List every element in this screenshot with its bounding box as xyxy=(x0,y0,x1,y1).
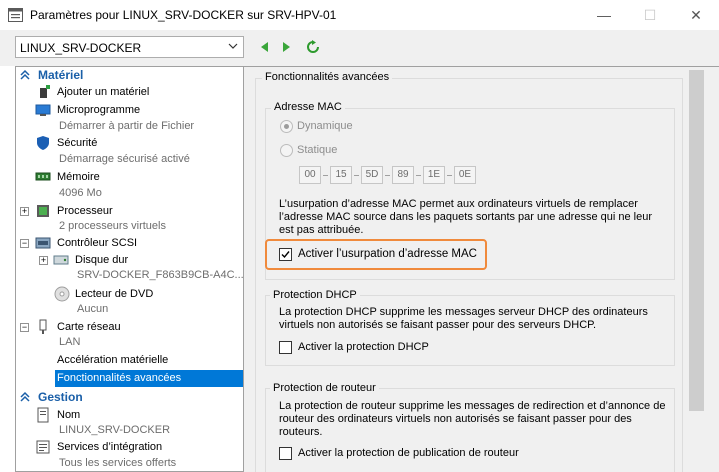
tree-item-add-hardware[interactable]: Ajouter un matériel xyxy=(57,86,149,98)
mac-separator xyxy=(447,175,452,176)
mac-spoofing-label: Activer l’usurpation d’adresse MAC xyxy=(298,248,477,260)
checkmark-icon xyxy=(281,251,290,259)
scsi-controller-icon xyxy=(35,237,51,249)
dhcp-protection-checkbox[interactable] xyxy=(279,341,292,354)
mac-octet-input[interactable]: 5D xyxy=(361,166,383,184)
settings-app-icon xyxy=(8,8,23,22)
section-header-hardware-label: Matériel xyxy=(38,68,84,82)
section-header-management[interactable]: Gestion xyxy=(16,389,243,405)
section-header-hardware[interactable]: Matériel xyxy=(16,67,243,83)
mac-separator xyxy=(385,175,390,176)
vertical-scrollbar[interactable] xyxy=(688,70,705,472)
mac-address-group-title: Adresse MAC xyxy=(271,101,345,113)
tree-item-scsi-controller[interactable]: Contrôleur SCSI xyxy=(57,237,137,249)
tree-item-hardware-acceleration[interactable]: Accélération matérielle xyxy=(57,354,168,366)
tree-item-name-sub: LINUX_SRV-DOCKER xyxy=(59,424,171,436)
mac-separator xyxy=(416,175,421,176)
section-header-management-label: Gestion xyxy=(38,390,83,404)
router-protection-label: Activer la protection de publication de … xyxy=(298,447,519,459)
back-arrow-icon[interactable] xyxy=(258,40,272,54)
tree-item-network-adapter[interactable]: Carte réseau xyxy=(57,321,121,333)
memory-icon xyxy=(35,172,51,181)
mac-spoofing-checkbox[interactable] xyxy=(279,248,292,261)
maximize-button[interactable]: ☐ xyxy=(627,0,673,30)
tree-item-processor[interactable]: Processeur xyxy=(57,205,113,217)
mac-separator xyxy=(323,175,328,176)
name-icon xyxy=(37,407,49,423)
integration-services-icon xyxy=(36,440,50,454)
tree-item-network-adapter-sub: LAN xyxy=(59,336,81,348)
mac-octet-input[interactable]: 0E xyxy=(454,166,476,184)
router-protection-checkbox[interactable] xyxy=(279,447,292,460)
network-adapter-icon xyxy=(39,319,47,334)
shield-icon xyxy=(37,136,49,150)
mac-octet-input[interactable]: 89 xyxy=(392,166,414,184)
tree-item-processor-sub: 2 processeurs virtuels xyxy=(59,220,166,232)
firmware-icon xyxy=(35,104,51,116)
tree-item-hard-disk[interactable]: Disque dur xyxy=(75,254,128,266)
tree-item-name[interactable]: Nom xyxy=(57,409,80,421)
close-icon: ✕ xyxy=(690,6,702,23)
dhcp-protection-group-title: Protection DHCP xyxy=(270,289,360,301)
settings-tree: Matériel Ajouter un matériel Microprogra… xyxy=(15,66,244,472)
hard-disk-icon xyxy=(53,255,69,265)
forward-arrow-icon[interactable] xyxy=(279,40,293,54)
static-mac-radio[interactable] xyxy=(280,144,293,157)
dvd-drive-icon xyxy=(54,286,70,302)
vm-select-value: LINUX_SRV-DOCKER xyxy=(20,41,142,55)
chevron-up-double-icon xyxy=(20,391,30,402)
tree-item-dvd-drive[interactable]: Lecteur de DVD xyxy=(75,288,153,300)
expand-processor-toggle[interactable]: + xyxy=(20,207,29,216)
router-protection-description: La protection de routeur supprime les me… xyxy=(279,400,666,438)
window-title: Paramètres pour LINUX_SRV-DOCKER sur SRV… xyxy=(30,8,337,22)
static-mac-label: Statique xyxy=(297,144,338,156)
tree-item-hard-disk-sub: SRV-DOCKER_F863B9CB-A4C... xyxy=(77,269,244,281)
mac-octet-input[interactable]: 00 xyxy=(299,166,321,184)
mac-separator xyxy=(354,175,359,176)
collapse-scsi-toggle[interactable]: − xyxy=(20,239,29,248)
chevron-down-icon xyxy=(228,43,238,49)
dhcp-protection-description: La protection DHCP supprime les messages… xyxy=(279,306,648,331)
vm-select-dropdown[interactable]: LINUX_SRV-DOCKER xyxy=(15,36,244,58)
minimize-icon: — xyxy=(597,7,611,23)
tree-item-integration-services[interactable]: Services d’intégration xyxy=(57,441,162,453)
add-hardware-icon xyxy=(40,85,50,98)
tree-item-memory[interactable]: Mémoire xyxy=(57,171,100,183)
mac-spoofing-description: L’usurpation d’adresse MAC permet aux or… xyxy=(279,198,652,236)
mac-octet-input[interactable]: 15 xyxy=(330,166,352,184)
tree-item-integration-services-sub: Tous les services offerts xyxy=(59,457,177,469)
expand-hard-disk-toggle[interactable]: + xyxy=(39,256,48,265)
scrollbar-thumb[interactable] xyxy=(689,70,704,411)
tree-item-dvd-drive-sub: Aucun xyxy=(77,303,109,315)
refresh-icon[interactable] xyxy=(306,40,320,54)
tree-item-firmware-sub: Démarrer à partir de Fichier xyxy=(59,120,195,132)
close-button[interactable]: ✕ xyxy=(673,0,719,30)
dhcp-protection-label: Activer la protection DHCP xyxy=(298,341,429,353)
tree-item-security-sub: Démarrage sécurisé activé xyxy=(59,153,190,165)
dynamic-mac-radio[interactable] xyxy=(280,120,293,133)
tree-item-security[interactable]: Sécurité xyxy=(57,137,97,149)
tree-item-advanced-features[interactable]: Fonctionnalités avancées xyxy=(57,372,181,384)
chevron-up-double-icon xyxy=(20,69,30,80)
advanced-features-heading: Fonctionnalités avancées xyxy=(262,71,393,83)
processor-icon xyxy=(37,205,49,217)
maximize-icon: ☐ xyxy=(643,6,657,23)
dynamic-mac-label: Dynamique xyxy=(297,120,353,132)
tree-item-firmware[interactable]: Microprogramme xyxy=(57,104,140,116)
tree-item-memory-sub: 4096 Mo xyxy=(59,187,102,199)
collapse-network-toggle[interactable]: − xyxy=(20,323,29,332)
mac-octet-input[interactable]: 1E xyxy=(423,166,445,184)
router-protection-group-title: Protection de routeur xyxy=(270,382,379,394)
minimize-button[interactable]: — xyxy=(581,0,627,30)
